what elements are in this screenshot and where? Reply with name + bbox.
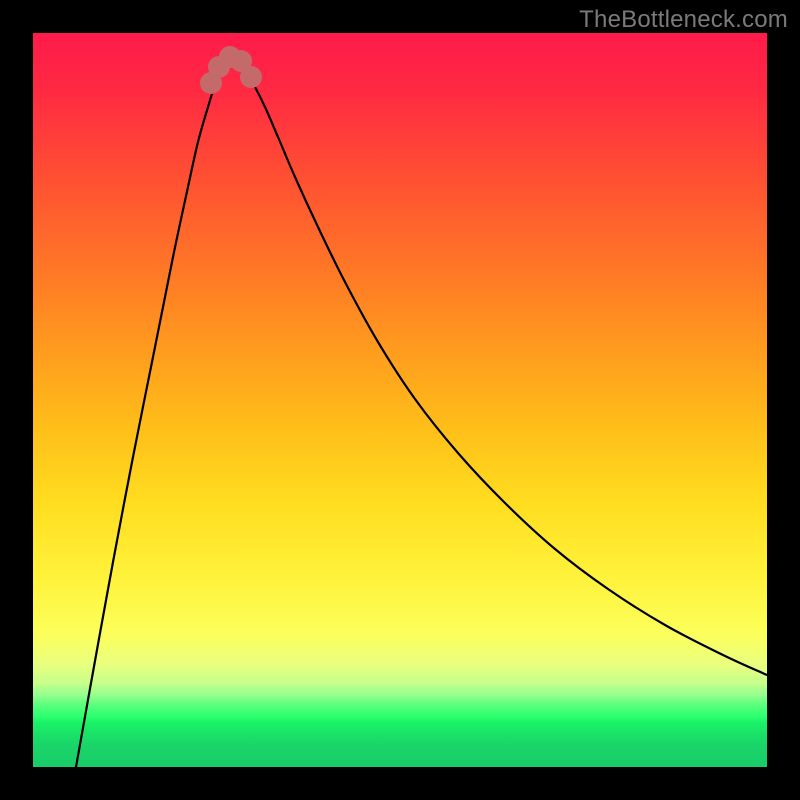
curve-svg bbox=[33, 33, 767, 767]
bottleneck-curve bbox=[76, 65, 767, 767]
chart-frame: TheBottleneck.com bbox=[0, 0, 800, 800]
watermark-text: TheBottleneck.com bbox=[579, 6, 788, 34]
plot-area bbox=[33, 33, 767, 767]
dip-marker bbox=[240, 66, 262, 88]
dip-markers bbox=[200, 46, 262, 94]
